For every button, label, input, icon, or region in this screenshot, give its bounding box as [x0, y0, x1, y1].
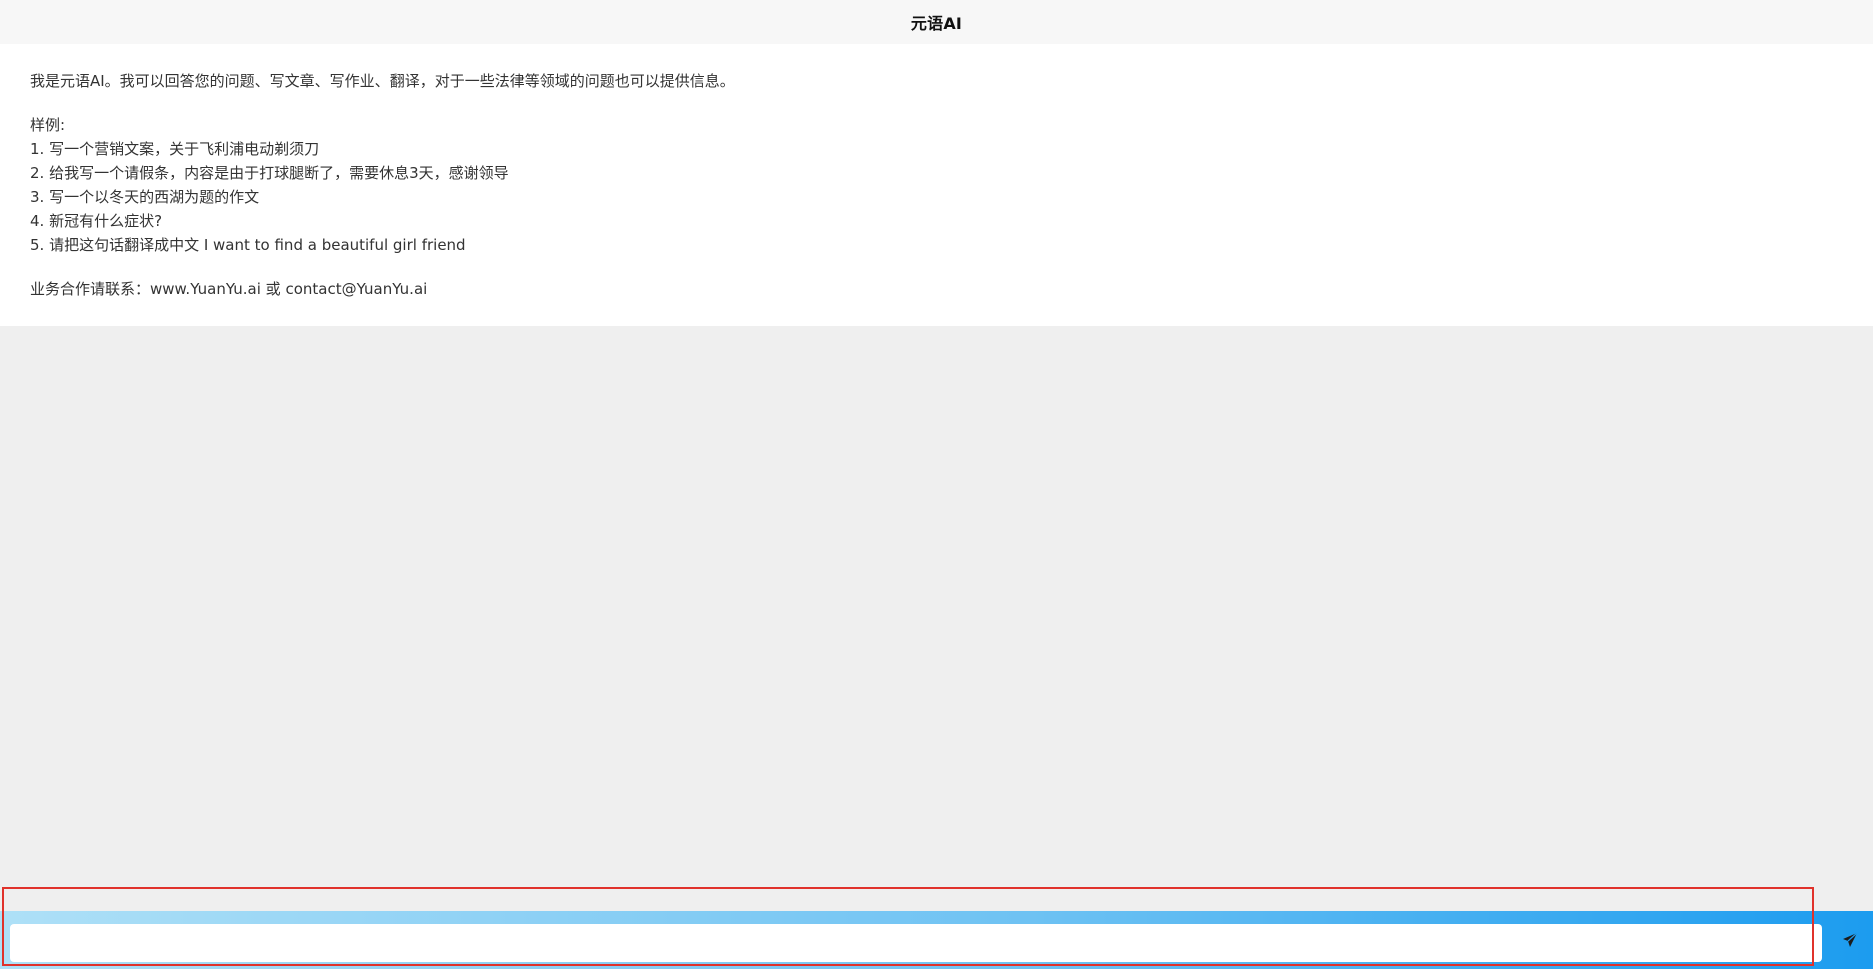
app-header: 元语AI: [0, 0, 1873, 44]
intro-text: 我是元语AI。我可以回答您的问题、写文章、写作业、翻译，对于一些法律等领域的问题…: [30, 72, 735, 90]
input-bar: [0, 911, 1873, 969]
app-title: 元语AI: [910, 14, 963, 33]
contact-text: 业务合作请联系：www.YuanYu.ai 或 contact@YuanYu.a…: [30, 280, 428, 298]
example-item: 3. 写一个以冬天的西湖为题的作文: [30, 188, 260, 206]
chat-area: [0, 326, 1873, 911]
paper-plane-icon: [1842, 932, 1858, 948]
example-item: 1. 写一个营销文案，关于飞利浦电动剃须刀: [30, 140, 320, 158]
example-item: 2. 给我写一个请假条，内容是由于打球腿断了，需要休息3天，感谢领导: [30, 164, 509, 182]
examples-heading: 样例:: [30, 116, 66, 134]
message-input[interactable]: [10, 924, 1822, 962]
send-button[interactable]: [1827, 911, 1873, 969]
example-item: 5. 请把这句话翻译成中文 I want to find a beautiful…: [30, 236, 466, 254]
example-item: 4. 新冠有什么症状?: [30, 212, 163, 230]
welcome-message: 我是元语AI。我可以回答您的问题、写文章、写作业、翻译，对于一些法律等领域的问题…: [0, 44, 1873, 326]
examples-list: 1. 写一个营销文案，关于飞利浦电动剃须刀 2. 给我写一个请假条，内容是由于打…: [30, 137, 1843, 257]
